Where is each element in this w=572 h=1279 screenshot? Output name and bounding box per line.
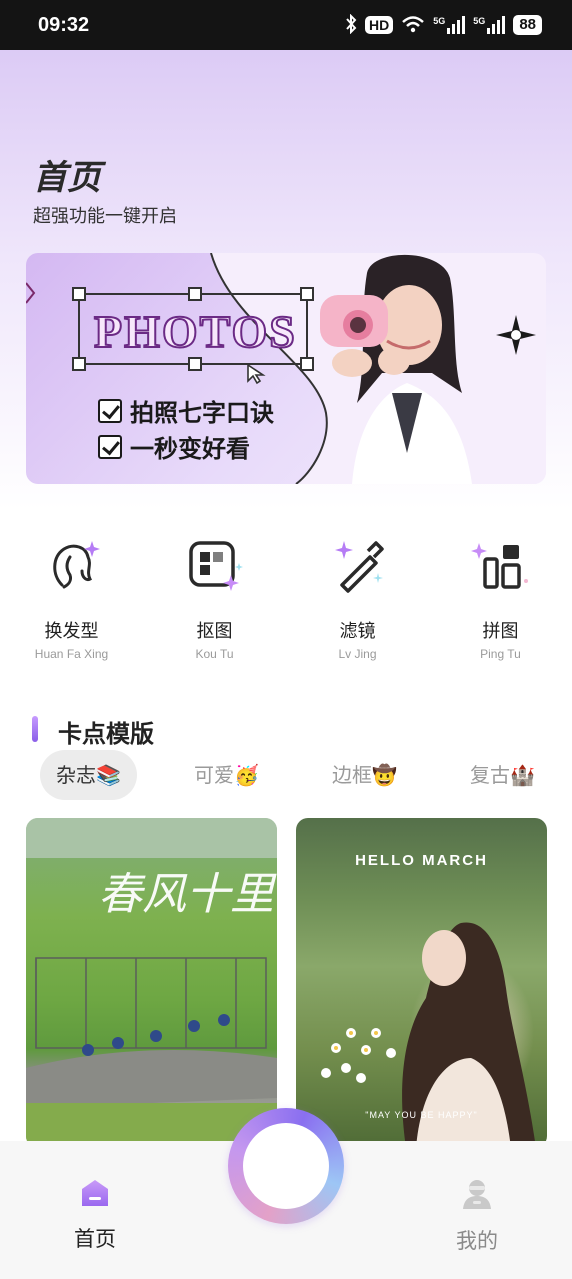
network-type-label: 5G xyxy=(473,16,486,26)
nav-home[interactable]: 首页 xyxy=(35,1177,155,1253)
banner-line-text: 一秒变好看 xyxy=(130,435,250,463)
banner-girl-photo xyxy=(320,254,472,484)
feature-filter[interactable]: 滤镜 Lv Jing xyxy=(286,535,429,661)
checkbox-icon xyxy=(98,434,122,459)
camera-button[interactable] xyxy=(228,1108,344,1224)
sparkle-icon xyxy=(496,315,536,355)
banner-line-text: 拍照七字口诀 xyxy=(130,399,274,427)
nav-mine[interactable]: 我的 xyxy=(417,1177,537,1255)
feature-grid: 换发型 Huan Fa Xing 抠图 Kou Tu 滤镜 Lv Jing 拼图… xyxy=(0,535,572,665)
tab-magazine[interactable]: 杂志📚 xyxy=(40,750,137,800)
cutout-icon xyxy=(188,541,243,591)
network-type-label: 5G xyxy=(433,16,446,26)
camera-button-inner xyxy=(243,1123,329,1209)
nav-mine-label: 我的 xyxy=(456,1229,498,1253)
feature-name: 抠图 xyxy=(196,621,233,642)
bluetooth-icon xyxy=(345,13,357,37)
banner-headline: PHOTOS xyxy=(93,305,297,358)
signal-icon: 5G xyxy=(473,16,506,34)
nav-home-label: 首页 xyxy=(74,1227,116,1251)
card-caption: HELLO MARCH xyxy=(355,852,488,869)
section-title: 卡点模版 xyxy=(58,720,154,748)
feature-pinyin: Huan Fa Xing xyxy=(34,647,109,661)
status-time: 09:32 xyxy=(38,13,90,36)
tab-border[interactable]: 边框🤠 xyxy=(316,750,413,800)
banner-line-2: 一秒变好看 xyxy=(98,429,250,464)
feature-name: 滤镜 xyxy=(339,621,376,642)
tab-cute[interactable]: 可爱🥳 xyxy=(178,750,275,800)
template-card[interactable]: 春风十里 xyxy=(26,818,277,1148)
feature-pinyin: Lv Jing xyxy=(338,647,377,661)
hd-badge: HD xyxy=(365,16,394,34)
signal-icon: 5G xyxy=(433,16,466,34)
feature-name: 拼图 xyxy=(482,621,519,642)
feature-hairstyle[interactable]: 换发型 Huan Fa Xing xyxy=(0,535,143,661)
template-tabs: 杂志📚 可爱🥳 边框🤠 复古🏰 xyxy=(0,750,572,800)
template-card[interactable]: HELLO MARCH "MAY YOU BE HAPPY" xyxy=(296,818,547,1148)
promo-banner[interactable]: PHOTOS 拍照七字口诀 一秒变好看 xyxy=(26,253,546,484)
feature-cutout[interactable]: 抠图 Kou Tu xyxy=(143,535,286,661)
battery-indicator: 88 xyxy=(513,15,542,35)
collage-icon xyxy=(470,543,528,589)
checkbox-icon xyxy=(98,398,122,423)
page-subtitle: 超强功能一键开启 xyxy=(33,206,177,227)
home-icon xyxy=(82,1180,108,1206)
card-quote: "MAY YOU BE HAPPY" xyxy=(365,1110,478,1120)
status-bar: 09:32 HD 5G 5G 88 xyxy=(0,0,572,50)
profile-icon xyxy=(463,1180,491,1209)
feature-name: 换发型 xyxy=(44,621,99,642)
section-accent-bar xyxy=(32,716,38,742)
banner-line-1: 拍照七字口诀 xyxy=(98,393,274,428)
filter-wand-icon xyxy=(334,541,384,593)
status-icons: HD 5G 5G 88 xyxy=(345,13,542,37)
cursor-icon xyxy=(246,363,266,389)
wifi-icon xyxy=(401,15,425,36)
feature-pinyin: Ping Tu xyxy=(480,647,521,661)
page-title: 首页 xyxy=(33,159,101,197)
card-script-title: 春风十里 xyxy=(98,869,274,920)
feature-collage[interactable]: 拼图 Ping Tu xyxy=(429,535,572,661)
feature-pinyin: Kou Tu xyxy=(195,647,234,661)
tab-retro[interactable]: 复古🏰 xyxy=(454,750,551,800)
hair-icon xyxy=(52,541,100,589)
